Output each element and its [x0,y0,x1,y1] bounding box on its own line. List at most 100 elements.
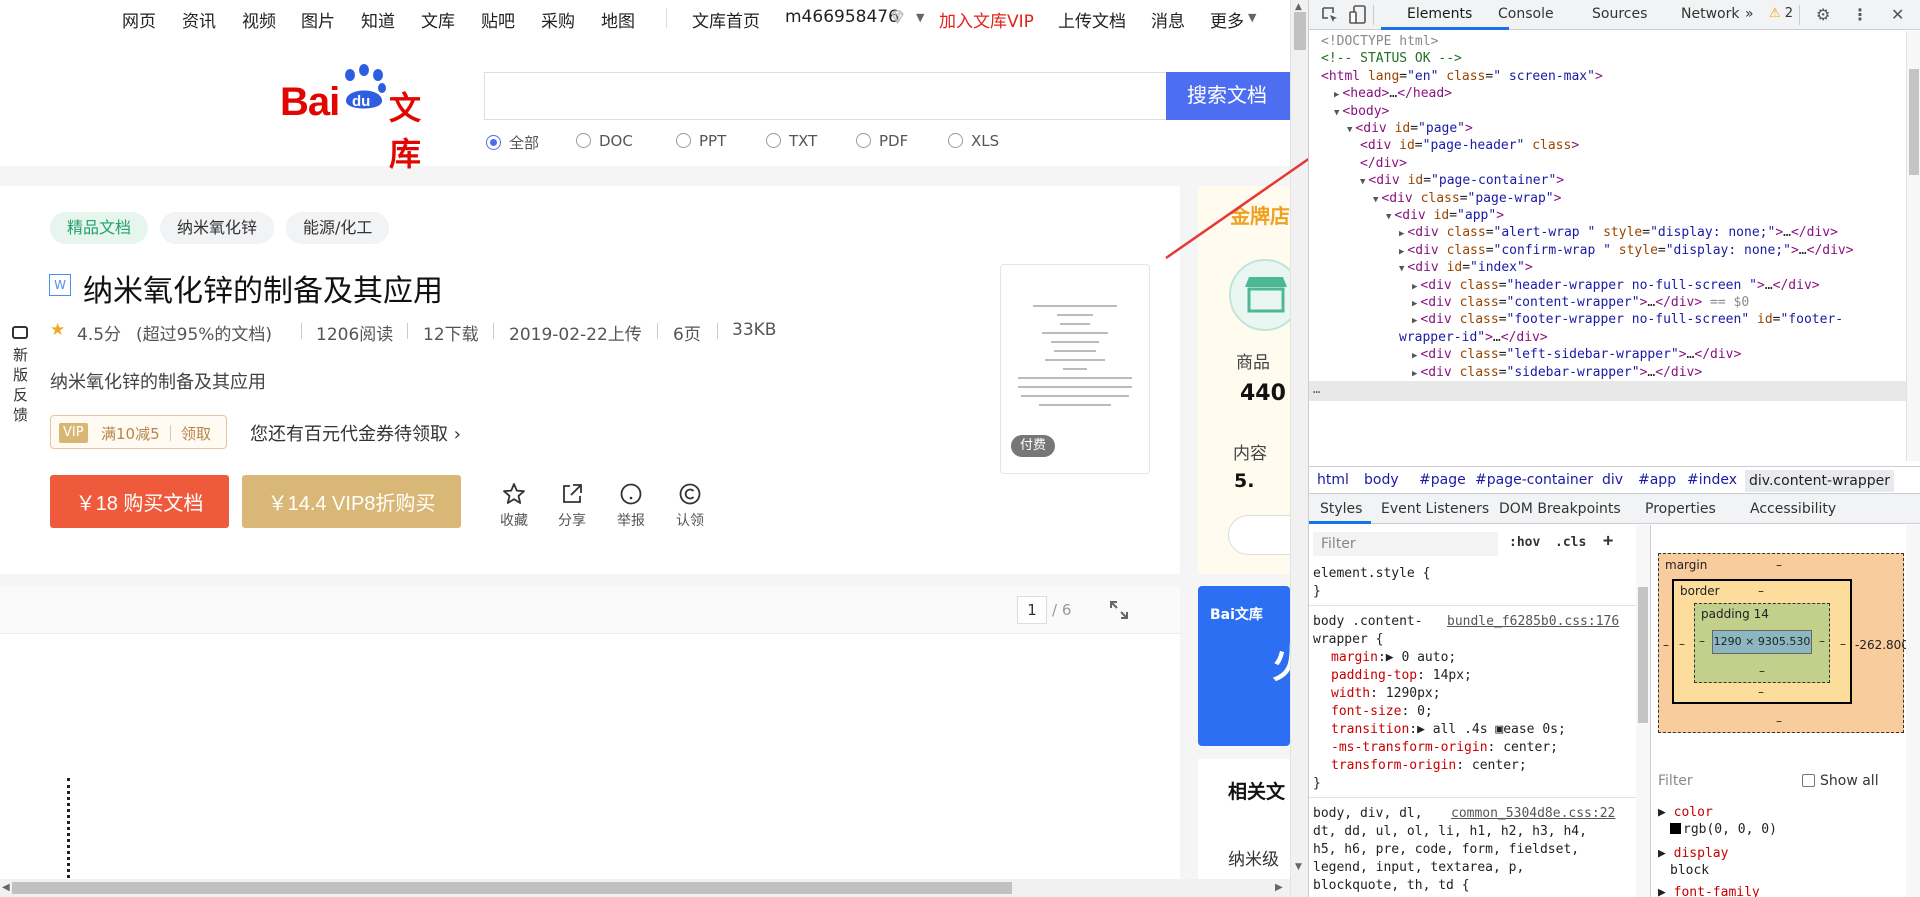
more-tabs-icon[interactable]: » [1745,6,1754,22]
device-toggle-icon[interactable] [1349,5,1367,25]
claim-action[interactable]: 认领 [668,481,712,530]
tab-elements[interactable]: Elements [1407,6,1472,22]
share-action[interactable]: 分享 [550,481,594,530]
dom-node-line[interactable]: ▼ <div id="app"> [1386,207,1504,225]
filter-txt[interactable]: TXT [766,132,817,150]
report-action[interactable]: 举报 [609,481,653,530]
nav-wenku-home[interactable]: 文库首页 [692,7,760,32]
nav-zhidao[interactable]: 知道 [361,7,395,32]
css-property[interactable]: -ms-transform-origin: center; [1331,739,1558,757]
dom-node-line[interactable]: <div id="page-header" class> [1360,137,1579,155]
nav-image[interactable]: 图片 [301,7,335,32]
computed-filter-input[interactable]: Filter [1658,773,1693,789]
coupon-reminder-link[interactable]: 您还有百元代金券待领取 › [250,420,461,446]
promo-banner[interactable]: Bai文库 火 [1198,586,1290,746]
dom-node-line[interactable]: ▶ <head>…</head> [1334,85,1452,103]
dom-node-line[interactable]: ▼ <div id="page"> [1347,120,1473,138]
filter-doc[interactable]: DOC [576,132,633,150]
styles-scrollbar[interactable] [1636,525,1650,897]
dom-node-line[interactable]: ▼ <div id="index"> [1399,259,1533,277]
dom-node-line[interactable]: ▼ <body> [1334,103,1389,121]
rule2-source-link[interactable]: common_5304d8e.css:22 [1451,805,1615,823]
tag-energy-chem[interactable]: 能源/化工 [286,212,390,244]
crumb-app[interactable]: #app [1638,472,1676,488]
gear-icon[interactable]: ⚙ [1816,5,1830,24]
shop-visit-button[interactable] [1228,515,1290,555]
nav-video[interactable]: 视频 [242,7,276,32]
messages-link[interactable]: 消息 [1151,7,1185,32]
kebab-menu-icon[interactable]: ⋮ [1852,5,1868,24]
crumb-div[interactable]: div [1602,472,1623,488]
show-all-toggle[interactable]: Show all [1802,773,1879,789]
scrollbar-thumb[interactable] [1909,69,1919,175]
coupon-badge[interactable]: VIP 满10减5 领取 [50,415,227,449]
filter-all[interactable]: 全部 [486,132,539,153]
box-model-margin[interactable]: margin – – -262.800 – border – – – – pad… [1658,553,1909,733]
scroll-left-icon[interactable]: ◀ [2,882,10,893]
rule-selector[interactable]: body .content- [1313,613,1423,631]
rule2-selector[interactable]: body, div, dl, [1313,805,1423,823]
search-input[interactable] [484,72,1166,120]
nav-news[interactable]: 资讯 [182,7,216,32]
dom-scrollbar[interactable] [1906,31,1920,461]
scroll-down-icon[interactable]: ▼ [1295,862,1302,872]
filter-pdf[interactable]: PDF [856,132,908,150]
checkbox-icon[interactable] [1802,774,1815,787]
computed-color[interactable]: ▶ color [1658,805,1713,820]
new-rule-button[interactable]: + [1603,531,1613,551]
nav-web[interactable]: 网页 [122,7,156,32]
element-style-rule[interactable]: element.style { [1313,565,1430,583]
crumb-page-container[interactable]: #page-container [1475,472,1593,488]
dom-node-line[interactable]: ▶ <div class="sidebar-wrapper">…</div> [1412,364,1702,382]
vip-buy-button[interactable]: ￥14.4 VIP8折购买 [242,475,461,528]
upload-doc-link[interactable]: 上传文档 [1058,7,1126,32]
scrollbar-thumb[interactable] [12,882,1012,894]
username-link[interactable]: m466958476 [785,7,899,27]
tag-premium[interactable]: 精品文档 [50,212,149,244]
nav-purchase[interactable]: 采购 [541,7,575,32]
box-model-border[interactable]: border – – – – padding 14 – – – 1290 × 9… [1672,579,1852,704]
dom-node-line[interactable]: ▶ <div class="header-wrapper no-full-scre… [1412,277,1820,295]
css-property[interactable]: font-size: 0; [1331,703,1433,721]
dom-node-line[interactable]: ▶ <div class="footer-wrapper no-full-scre… [1412,311,1843,329]
tab-dom-breakpoints[interactable]: DOM Breakpoints [1499,501,1621,517]
css-property[interactable]: margin:▶ 0 auto; [1331,649,1456,667]
dom-node-line[interactable]: ▼ <div class="page-wrap"> [1373,190,1561,208]
related-item[interactable]: 纳米级 [1228,845,1279,870]
dom-node-line[interactable]: <!-- STATUS OK --> [1321,50,1462,68]
dom-tree[interactable]: … <!DOCTYPE html> <!-- STATUS OK --> <html… [1309,31,1906,461]
css-property[interactable]: padding-top: 14px; [1331,667,1472,685]
scroll-right-icon[interactable]: ▶ [1275,882,1283,893]
css-property[interactable]: transition:▶ all .4s ▣ease 0s; [1331,721,1566,739]
baidu-wenku-logo[interactable]: Bai du 文库 [280,63,450,173]
tab-properties[interactable]: Properties [1645,501,1716,517]
fullscreen-icon[interactable] [1108,599,1130,621]
nav-wenku[interactable]: 文库 [421,7,455,32]
dom-node-line[interactable]: ▼ <div id="page-container"> [1360,172,1564,190]
buy-document-button[interactable]: ￥18 购买文档 [50,475,229,528]
filter-ppt[interactable]: PPT [676,132,726,150]
scrollbar-thumb[interactable] [1294,12,1306,50]
dom-node-line[interactable]: ▶ <div class="content-wrapper">…</div> ==… [1412,294,1749,312]
crumb-content-wrapper[interactable]: div.content-wrapper [1745,470,1895,492]
nav-map[interactable]: 地图 [601,7,635,32]
rule-source-link[interactable]: bundle_f6285b0.css:176 [1447,613,1619,631]
join-vip-link[interactable]: 加入文库VIP [939,7,1034,32]
dom-node-line[interactable]: <!DOCTYPE html> [1321,33,1438,51]
tag-nano-zno[interactable]: 纳米氧化锌 [160,212,275,244]
scrollbar-thumb[interactable] [1638,587,1648,723]
page-number-input[interactable]: 1 [1017,596,1047,624]
computed-display[interactable]: ▶ display [1658,846,1728,861]
crumb-body[interactable]: body [1364,472,1399,488]
dom-node-line[interactable]: ▶ <div class="alert-wrap " style="display… [1399,224,1838,242]
warning-badge[interactable]: ⚠ 2 [1769,6,1793,21]
shop-avatar-icon[interactable] [1229,259,1290,331]
dom-node-line[interactable]: </div> [1360,155,1407,173]
dom-node-line[interactable]: ▶ <div class="confirm-wrap " style="displ… [1399,242,1854,260]
crumb-index[interactable]: #index [1687,472,1737,488]
ellipsis-icon[interactable]: … [1313,382,1320,396]
css-property[interactable]: transform-origin: center; [1331,757,1527,775]
dom-node-line[interactable]: ▶ <div class="left-sidebar-wrapper">…</di… [1412,346,1741,364]
tab-styles[interactable]: Styles [1320,501,1362,517]
crumb-html[interactable]: html [1317,472,1349,488]
